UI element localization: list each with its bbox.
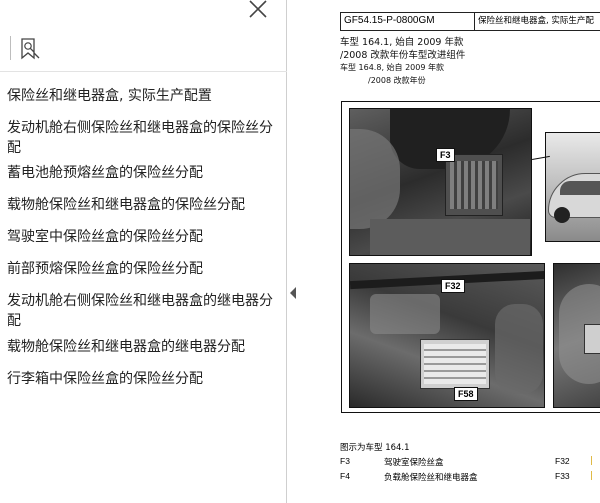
close-icon bbox=[249, 0, 267, 18]
legend-marker: | bbox=[590, 456, 593, 466]
bookmarks-panel: 保险丝和继电器盒, 实际生产配置 发动机舱右侧保险丝和继电器盒的保险丝分配 蓄电… bbox=[0, 0, 287, 503]
document-page: GF54.15-P-0800GM 保险丝和继电器盒, 实际生产配 车型 164.… bbox=[300, 0, 600, 503]
legend-code: F32 bbox=[555, 456, 570, 466]
legend-code: F4 bbox=[340, 471, 350, 481]
legend-description: 负载舱保险丝和继电器盒 bbox=[384, 473, 478, 483]
photo-compartment-detail bbox=[553, 263, 600, 408]
bookmark-item[interactable]: 发动机舱右侧保险丝和继电器盒的继电器分配 bbox=[7, 291, 283, 331]
bookmark-item[interactable]: 驾驶室中保险丝盒的保险丝分配 bbox=[7, 227, 283, 247]
bookmark-search-icon bbox=[21, 38, 40, 60]
bookmark-item[interactable]: 载物舱保险丝和继电器盒的继电器分配 bbox=[7, 337, 283, 357]
fuse-box-figure: F3 F32 F58 bbox=[341, 101, 600, 413]
model-line: /2008 改款年份 bbox=[368, 76, 426, 85]
doc-code: GF54.15-P-0800GM bbox=[341, 13, 475, 30]
bookmarks-toolbar bbox=[0, 24, 287, 72]
photo-vehicle bbox=[545, 132, 600, 242]
bookmark-item[interactable]: 前部预熔保险丝盒的保险丝分配 bbox=[7, 259, 283, 279]
doc-header-box: GF54.15-P-0800GM 保险丝和继电器盒, 实际生产配 bbox=[340, 12, 600, 31]
bookmark-item[interactable]: 行李箱中保险丝盒的保险丝分配 bbox=[7, 369, 283, 389]
model-line: /2008 改款年份车型改进组件 bbox=[340, 50, 466, 61]
callout-f32: F32 bbox=[441, 279, 465, 293]
legend-code: F3 bbox=[340, 456, 350, 466]
figure-caption: 图示为车型 164.1 bbox=[340, 443, 410, 453]
toolbar-divider bbox=[10, 36, 11, 60]
callout-f3: F3 bbox=[436, 148, 455, 162]
close-panel-button[interactable] bbox=[246, 0, 270, 20]
collapse-panel-arrow-icon[interactable] bbox=[290, 287, 296, 299]
bookmark-item[interactable]: 载物舱保险丝和继电器盒的保险丝分配 bbox=[7, 195, 283, 215]
photo-engine-compartment: F32 F58 bbox=[349, 263, 545, 408]
bookmark-item[interactable]: 蓄电池舱预熔丝盒的保险丝分配 bbox=[7, 163, 283, 183]
callout-f58: F58 bbox=[454, 387, 478, 401]
bookmark-item[interactable]: 保险丝和继电器盒, 实际生产配置 bbox=[7, 86, 283, 106]
legend-code: F33 bbox=[555, 471, 570, 481]
model-line: 车型 164.1, 始自 2009 年款 bbox=[340, 37, 464, 48]
legend-description: 驾驶室保险丝盒 bbox=[384, 458, 444, 468]
doc-header-title: 保险丝和继电器盒, 实际生产配 bbox=[478, 16, 594, 26]
bookmark-item[interactable]: 发动机舱右侧保险丝和继电器盒的保险丝分配 bbox=[7, 118, 283, 158]
photo-dashboard: F3 bbox=[349, 108, 532, 256]
bookmark-search-button[interactable] bbox=[17, 36, 43, 62]
model-line: 车型 164.8, 始自 2009 年款 bbox=[340, 63, 444, 72]
legend-marker: | bbox=[590, 471, 593, 481]
